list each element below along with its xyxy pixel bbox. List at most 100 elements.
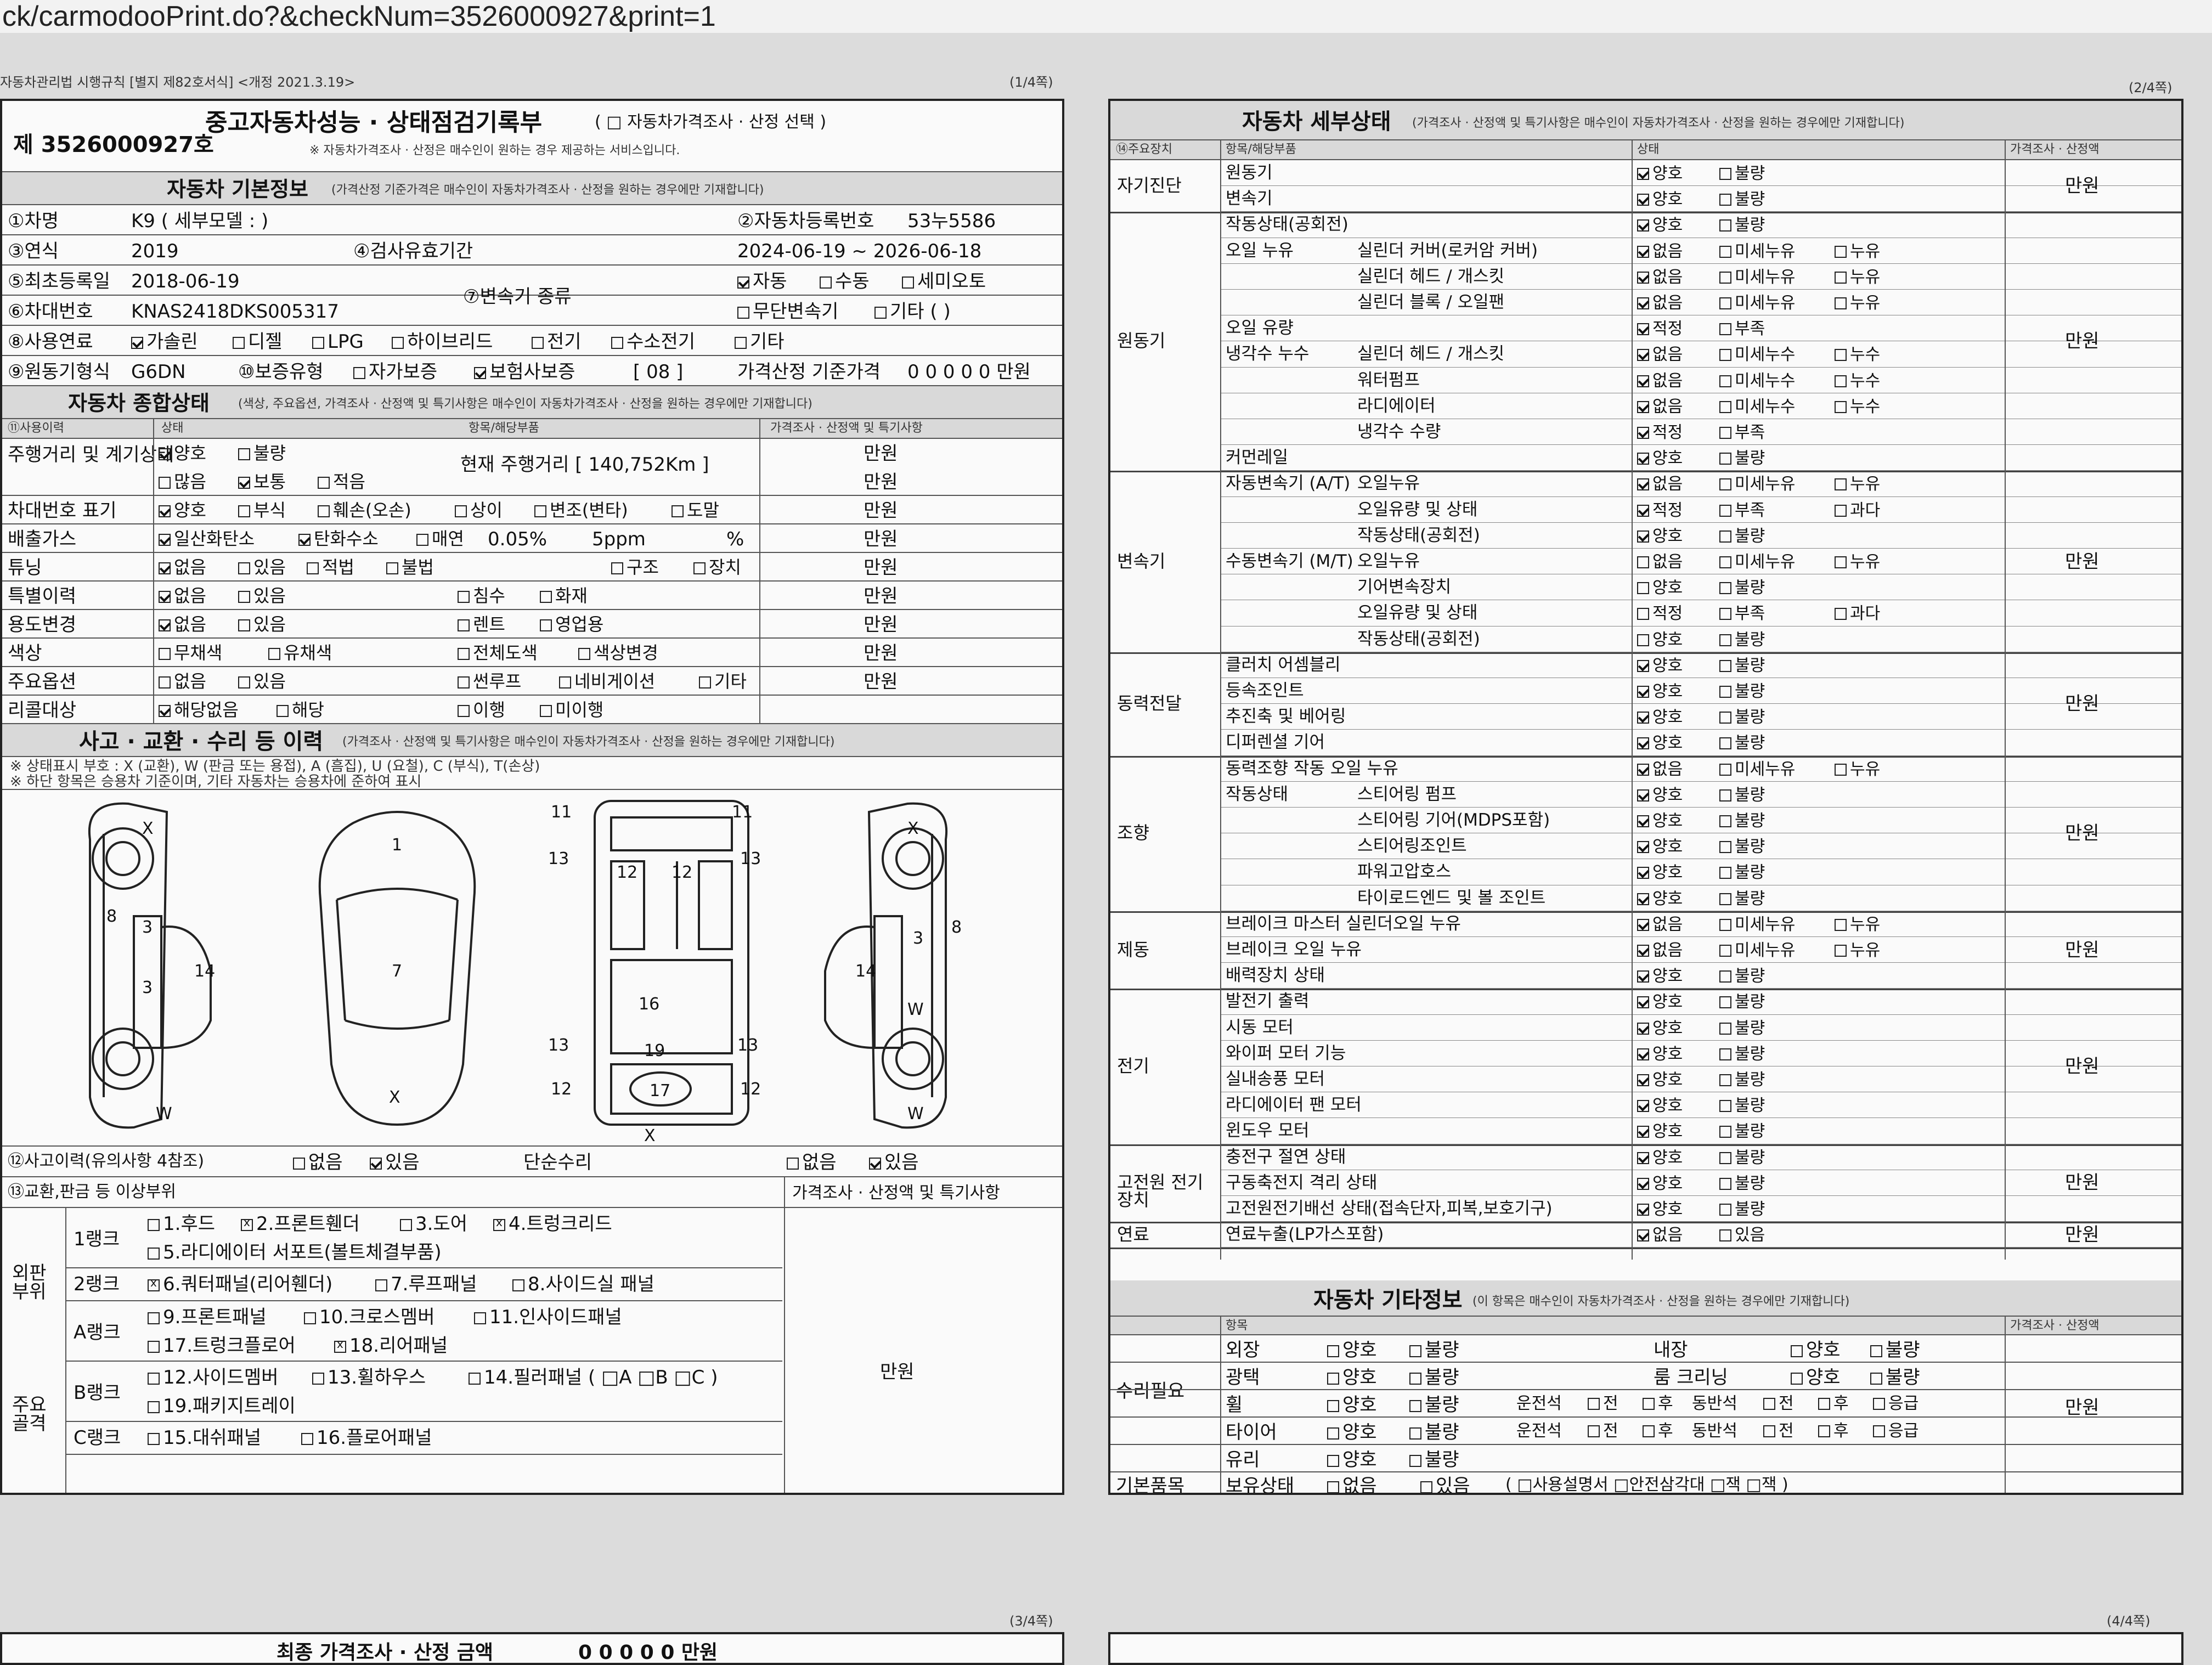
exterior-good[interactable]: 양호	[1327, 1341, 1377, 1359]
status-option[interactable]: 미세누수	[1719, 372, 1795, 390]
checkbox[interactable]	[1719, 323, 1731, 336]
checkbox[interactable]	[1835, 375, 1847, 387]
checkbox[interactable]	[1637, 970, 1649, 983]
wheel-driver-rear[interactable]: 후	[1643, 1396, 1673, 1412]
fuel-hydrogen[interactable]: 수소전기	[611, 332, 695, 351]
status-option[interactable]: 양호	[1637, 994, 1683, 1011]
tire-driver-rear[interactable]: 후	[1643, 1423, 1673, 1440]
exterior-bad[interactable]: 불량	[1409, 1341, 1459, 1359]
checkbox[interactable]	[1637, 1074, 1649, 1086]
checkbox[interactable]	[1637, 945, 1649, 957]
fuel-lpg[interactable]: LPG	[312, 332, 364, 351]
tuning-device[interactable]: 장치	[693, 558, 741, 576]
checkbox[interactable]	[1637, 556, 1649, 568]
interior-bad[interactable]: 불량	[1870, 1341, 1920, 1359]
browser-url-bar[interactable]: ck/carmodooPrint.do?&checkNum=3526000927…	[0, 0, 2212, 33]
status-option[interactable]: 누유	[1835, 295, 1880, 312]
checkbox[interactable]	[1637, 1152, 1649, 1164]
checkbox[interactable]	[1637, 815, 1649, 827]
part-door[interactable]: 3.도어	[400, 1215, 467, 1233]
recall-yes[interactable]: 해당	[276, 701, 324, 719]
checkbox[interactable]	[1637, 168, 1649, 180]
room-clean-bad[interactable]: 불량	[1870, 1368, 1920, 1387]
color-achromatic[interactable]: 무채색	[159, 644, 222, 662]
status-option[interactable]: 누수	[1835, 347, 1880, 363]
status-option[interactable]: 양호	[1637, 709, 1683, 726]
usage-change-none[interactable]: 없음	[159, 616, 206, 633]
fuel-gasoline[interactable]: 가솔린	[131, 332, 198, 351]
tire-good[interactable]: 양호	[1327, 1423, 1377, 1442]
fuel-hybrid[interactable]: 하이브리드	[392, 332, 493, 351]
status-option[interactable]: 누수	[1835, 372, 1880, 390]
status-option[interactable]: 누유	[1835, 476, 1880, 493]
checkbox[interactable]	[1637, 427, 1649, 439]
tuning-structure[interactable]: 구조	[611, 558, 659, 576]
gloss-bad[interactable]: 불량	[1409, 1368, 1459, 1387]
status-option[interactable]: 불량	[1719, 1149, 1765, 1166]
status-option[interactable]: 불량	[1719, 657, 1765, 674]
color-chromatic[interactable]: 유채색	[268, 644, 332, 662]
status-option[interactable]: 양호	[1637, 968, 1683, 985]
status-option[interactable]: 양호	[1637, 787, 1683, 804]
checkbox[interactable]	[1719, 1177, 1731, 1190]
status-option[interactable]: 불량	[1719, 994, 1765, 1011]
vin-mark-good[interactable]: 양호	[159, 501, 206, 519]
checkbox[interactable]	[1637, 1100, 1649, 1113]
status-option[interactable]: 없음	[1637, 372, 1683, 390]
gloss-good[interactable]: 양호	[1327, 1368, 1377, 1387]
part-front-fender[interactable]: 2.프론트휀더	[241, 1215, 360, 1233]
status-option[interactable]: 양호	[1637, 1149, 1683, 1166]
tuning-illegal[interactable]: 불법	[386, 558, 434, 576]
status-option[interactable]: 없음	[1637, 269, 1683, 286]
status-option[interactable]: 없음	[1637, 1227, 1683, 1244]
emission-hc[interactable]: 탄화수소	[298, 530, 379, 548]
checkbox[interactable]	[1637, 1204, 1649, 1216]
status-option[interactable]: 불량	[1719, 528, 1765, 545]
checkbox[interactable]	[1719, 763, 1731, 776]
status-option[interactable]: 없음	[1637, 295, 1683, 312]
status-option[interactable]: 양호	[1637, 1201, 1683, 1218]
special-yes[interactable]: 있음	[238, 587, 286, 605]
status-option[interactable]: 부족	[1719, 606, 1765, 622]
tuning-none[interactable]: 없음	[159, 558, 206, 576]
usage-change-rent[interactable]: 렌트	[458, 616, 505, 633]
checkbox[interactable]	[1719, 1152, 1731, 1164]
checkbox[interactable]	[1637, 634, 1649, 646]
status-option[interactable]: 양호	[1637, 865, 1683, 881]
checkbox[interactable]	[1637, 478, 1649, 491]
checkbox[interactable]	[1637, 996, 1649, 1009]
status-option[interactable]: 적정	[1637, 502, 1683, 519]
status-option[interactable]: 양호	[1637, 657, 1683, 674]
interior-good[interactable]: 양호	[1791, 1341, 1841, 1359]
status-option[interactable]: 양호	[1637, 1175, 1683, 1192]
special-flood[interactable]: 침수	[458, 587, 505, 605]
status-option[interactable]: 양호	[1637, 1020, 1683, 1037]
checkbox[interactable]	[1835, 400, 1847, 413]
trans-manual[interactable]: 수동	[820, 272, 870, 291]
status-option[interactable]: 부족	[1719, 502, 1765, 519]
checkbox[interactable]	[1835, 245, 1847, 258]
status-option[interactable]: 적정	[1637, 321, 1683, 337]
checkbox[interactable]	[1719, 1022, 1731, 1035]
status-option[interactable]: 불량	[1719, 1098, 1765, 1114]
checkbox[interactable]	[1637, 1022, 1649, 1035]
status-option[interactable]: 불량	[1719, 191, 1765, 208]
checkbox[interactable]	[1637, 245, 1649, 258]
checkbox[interactable]	[1719, 556, 1731, 568]
part-hood[interactable]: 1.후드	[148, 1215, 215, 1233]
usage-change-yes[interactable]: 있음	[238, 616, 286, 633]
checkbox[interactable]	[1637, 194, 1649, 206]
part-roof-panel[interactable]: 7.루프패널	[375, 1275, 477, 1294]
part-pillar-panel[interactable]: 14.필러패널 ( □A □B □C )	[469, 1368, 718, 1387]
accident-yes[interactable]: 있음	[370, 1153, 420, 1172]
checkbox[interactable]	[1719, 349, 1731, 362]
status-option[interactable]: 없음	[1637, 761, 1683, 778]
status-option[interactable]: 미세누수	[1719, 347, 1795, 363]
checkbox[interactable]	[1719, 219, 1731, 232]
checkbox[interactable]	[1719, 400, 1731, 413]
mileage-normal[interactable]: 보통	[238, 473, 286, 490]
trans-other[interactable]: 기타 ( )	[874, 302, 951, 321]
part-inside-panel[interactable]: 11.인사이드패널	[474, 1308, 622, 1327]
status-option[interactable]: 누유	[1835, 269, 1880, 286]
simple-repair-yes[interactable]: 있음	[869, 1153, 919, 1172]
